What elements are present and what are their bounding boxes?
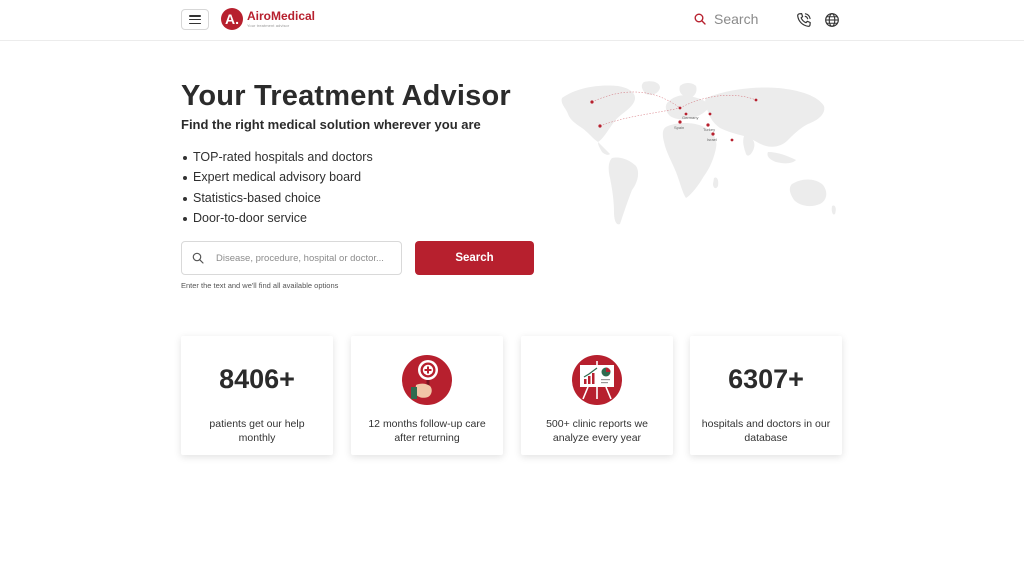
- search-icon: [192, 252, 204, 264]
- map-label-israel: Israel: [707, 137, 717, 142]
- brand-tagline: Your treatment advisor: [247, 23, 290, 28]
- feature-item: Statistics-based choice: [183, 191, 373, 211]
- top-header: A. AiroMedical Your treatment advisor Se…: [0, 0, 1024, 41]
- header-search-label: Search: [714, 11, 759, 27]
- bullet-icon: [183, 216, 187, 221]
- map-pin: [708, 112, 712, 116]
- map-label-spain: Spain: [674, 125, 684, 130]
- brand-name: AiroMedical: [247, 9, 316, 23]
- map-pin: [711, 132, 715, 136]
- bullet-icon: [183, 156, 187, 160]
- stat-description: patients get our help monthly: [209, 418, 305, 444]
- map-pin: [730, 138, 734, 142]
- bullet-icon: [183, 196, 187, 201]
- feature-item: Expert medical advisory board: [183, 170, 373, 190]
- header-search[interactable]: Search: [694, 11, 758, 27]
- bullet-icon: [183, 176, 187, 181]
- page-title: Your Treatment Advisor: [181, 80, 511, 112]
- map-pin: [678, 120, 682, 124]
- phone-icon[interactable]: [796, 12, 812, 28]
- menu-icon: [189, 15, 201, 24]
- map-pin: [678, 106, 682, 110]
- map-pin: [590, 100, 594, 104]
- page-subtitle: Find the right medical solution wherever…: [181, 117, 481, 132]
- feature-item: Door-to-door service: [183, 211, 373, 231]
- world-map: Germany Spain Turkey Israel: [561, 81, 836, 225]
- stat-description: hospitals and doctors in our database: [701, 418, 831, 444]
- stat-number: 8406+: [219, 364, 295, 394]
- report-easel-icon: [572, 355, 622, 405]
- stat-card-hospitals: 6307+ hospitals and doctors in our datab…: [690, 336, 842, 455]
- map-label-germany: Germany: [682, 115, 698, 120]
- stat-card-reports: 500+ clinic reports we analyze every yea…: [521, 336, 673, 455]
- map-label-turkey: Turkey: [703, 127, 715, 132]
- map-continents: [561, 81, 836, 225]
- stat-description: 12 months follow-up care after returning: [368, 418, 486, 444]
- treatment-search-input[interactable]: [216, 252, 396, 264]
- stat-card-patients: 8406+ patients get our help monthly: [181, 336, 333, 455]
- brand-logo[interactable]: A. AiroMedical Your treatment advisor: [221, 8, 315, 30]
- stat-card-follow-up: 12 months follow-up care after returning: [351, 336, 503, 455]
- feature-item: TOP-rated hospitals and doctors: [183, 150, 373, 170]
- menu-button[interactable]: [181, 9, 209, 30]
- magnifier-hand-icon: [402, 355, 452, 405]
- search-hint: Enter the text and we'll find all availa…: [181, 281, 339, 290]
- globe-icon[interactable]: [824, 12, 840, 28]
- stat-number: 6307+: [728, 364, 804, 394]
- logo-mark: A.: [221, 8, 243, 30]
- feature-list: TOP-rated hospitals and doctors Expert m…: [183, 150, 373, 231]
- search-button[interactable]: Search: [415, 241, 534, 275]
- map-pin: [754, 98, 758, 102]
- map-pin: [598, 124, 602, 128]
- stat-description: 500+ clinic reports we analyze every yea…: [546, 418, 648, 444]
- search-icon: [694, 13, 706, 25]
- treatment-search-field[interactable]: [181, 241, 402, 275]
